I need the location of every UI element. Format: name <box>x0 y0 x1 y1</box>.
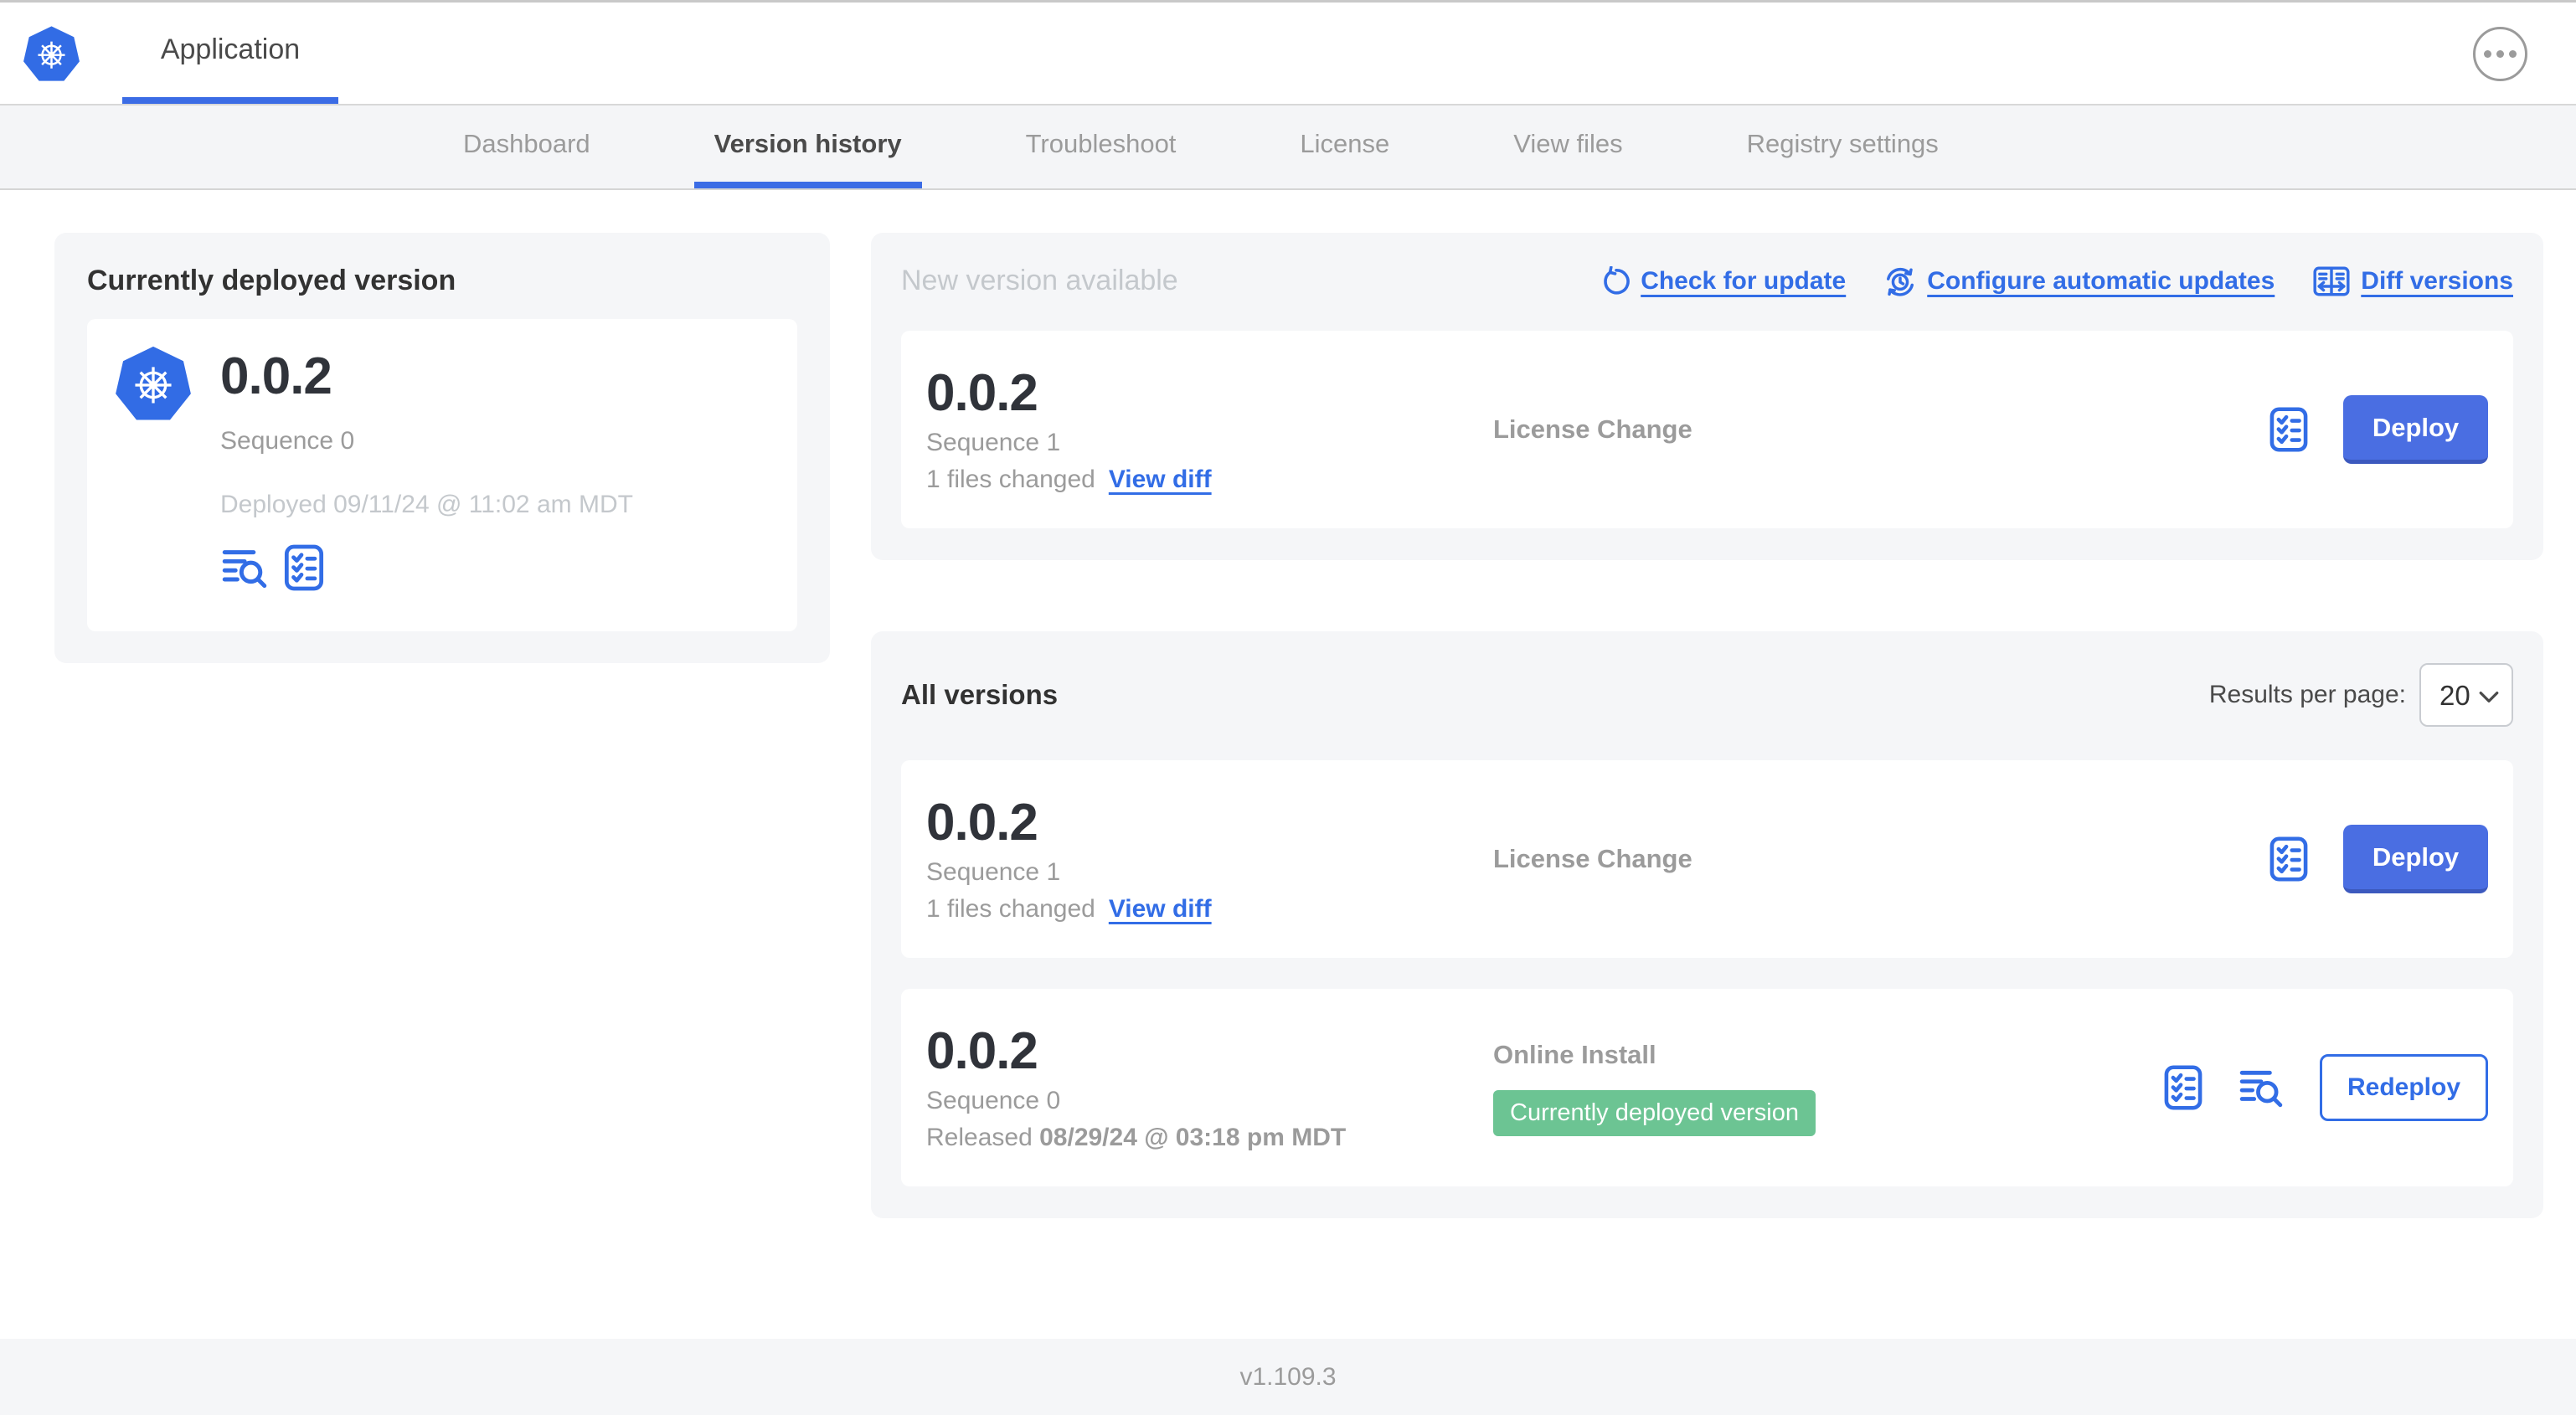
console-version: v1.109.3 <box>1239 1362 1337 1391</box>
install-type-label: Online Install <box>1493 1039 1656 1069</box>
currently-deployed-title: Currently deployed version <box>87 265 456 296</box>
deployed-sequence: Sequence 0 <box>220 427 355 455</box>
tab-version-history[interactable]: Version history <box>693 105 922 188</box>
version-number: 0.0.2 <box>926 793 1038 852</box>
diff-icon <box>2313 265 2350 297</box>
all-versions-title: All versions <box>901 679 1059 710</box>
app-tab[interactable]: Application <box>122 3 338 104</box>
kubernetes-logo-icon <box>21 23 82 84</box>
app-logo <box>0 3 82 104</box>
preflight-checks-icon[interactable] <box>2269 836 2308 882</box>
preflight-checks-icon[interactable] <box>2164 1064 2202 1111</box>
currently-deployed-panel: Currently deployed version 0.0.2 Sequenc… <box>54 233 830 663</box>
redeploy-button[interactable]: Redeploy <box>2320 1054 2488 1121</box>
schedule-icon <box>1884 265 1916 297</box>
version-sequence: Sequence 1 <box>926 858 1061 887</box>
version-row: 0.0.2 Sequence 0 Released 08/29/24 @ 03:… <box>901 989 2513 1186</box>
version-number: 0.0.2 <box>926 1021 1038 1080</box>
check-for-update-label: Check for update <box>1641 266 1847 295</box>
tab-troubleshoot[interactable]: Troubleshoot <box>1006 105 1197 188</box>
diff-versions-link[interactable]: Diff versions <box>2313 265 2513 297</box>
view-logs-icon[interactable] <box>2238 1066 2285 1109</box>
refresh-icon <box>1600 266 1630 296</box>
change-type-label: License Change <box>1493 414 1692 444</box>
version-number: 0.0.2 <box>926 363 1038 422</box>
tab-license[interactable]: License <box>1280 105 1409 188</box>
ellipsis-dot <box>2496 50 2504 58</box>
view-logs-icon[interactable] <box>220 545 269 590</box>
tab-dashboard[interactable]: Dashboard <box>443 105 611 188</box>
change-type-label: License Change <box>1493 844 1692 873</box>
configure-automatic-updates-label: Configure automatic updates <box>1927 266 2275 295</box>
section-nav: Dashboard Version history Troubleshoot L… <box>0 105 2576 190</box>
files-changed: 1 files changed <box>926 466 1095 494</box>
preflight-checks-icon[interactable] <box>2269 406 2308 453</box>
version-sequence: Sequence 0 <box>926 1087 1061 1115</box>
deploy-button[interactable]: Deploy <box>2343 825 2488 893</box>
view-diff-link[interactable]: View diff <box>1109 895 1212 924</box>
deployed-version-number: 0.0.2 <box>220 347 332 405</box>
ellipsis-dot <box>2509 50 2517 58</box>
top-bar: Application <box>0 3 2576 105</box>
tab-registry-settings[interactable]: Registry settings <box>1727 105 1959 188</box>
right-column: New version available Check for update C… <box>871 233 2543 1218</box>
version-sequence: Sequence 1 <box>926 429 1061 457</box>
currently-deployed-badge: Currently deployed version <box>1493 1089 1816 1136</box>
footer: v1.109.3 <box>0 1339 2576 1415</box>
new-version-title: New version available <box>901 265 1178 296</box>
app-window: Application Dashboard Version history Tr… <box>0 0 2576 1415</box>
deploy-button[interactable]: Deploy <box>2343 395 2488 464</box>
diff-versions-label: Diff versions <box>2361 266 2513 295</box>
new-version-card: 0.0.2 Sequence 1 1 files changed View di… <box>901 331 2513 528</box>
more-options-button[interactable] <box>2473 27 2527 81</box>
check-for-update-link[interactable]: Check for update <box>1600 266 1846 296</box>
new-version-section: New version available Check for update C… <box>871 233 2543 560</box>
results-per-page-label: Results per page: <box>2208 681 2406 708</box>
view-diff-link[interactable]: View diff <box>1109 466 1212 494</box>
tab-view-files[interactable]: View files <box>1493 105 1642 188</box>
configure-automatic-updates-link[interactable]: Configure automatic updates <box>1884 265 2275 297</box>
released-timestamp: Released 08/29/24 @ 03:18 pm MDT <box>926 1124 1347 1152</box>
version-row: 0.0.2 Sequence 1 1 files changed View di… <box>901 760 2513 958</box>
results-per-page-select[interactable]: 20 <box>2419 663 2513 727</box>
kubernetes-app-icon <box>112 342 194 424</box>
preflight-checks-icon[interactable] <box>284 544 324 591</box>
deployed-version-card: 0.0.2 Sequence 0 Deployed 09/11/24 @ 11:… <box>87 319 797 631</box>
main-content: Currently deployed version 0.0.2 Sequenc… <box>0 190 2576 1218</box>
app-title: Application <box>160 33 301 65</box>
all-versions-section: All versions Results per page: 20 0.0.2 … <box>871 631 2543 1218</box>
ellipsis-dot <box>2484 50 2491 58</box>
files-changed: 1 files changed <box>926 895 1095 924</box>
deployed-timestamp: Deployed 09/11/24 @ 11:02 am MDT <box>220 491 633 519</box>
